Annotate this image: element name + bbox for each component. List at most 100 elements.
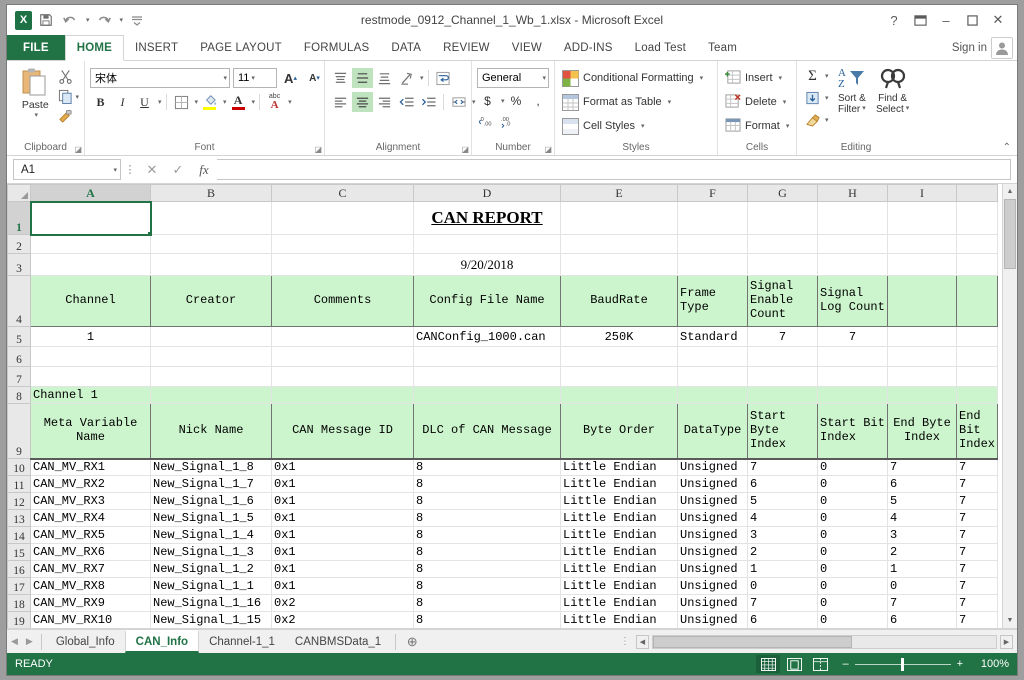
phonetic-dropdown-icon[interactable]: ▾ xyxy=(286,98,292,106)
cell-C8[interactable] xyxy=(271,386,414,404)
cell-G6[interactable] xyxy=(747,346,818,367)
cell-B20[interactable]: New_Signal_1_14 xyxy=(151,629,272,630)
cell-E2[interactable] xyxy=(560,234,678,254)
row-header-16[interactable]: 16 xyxy=(7,560,31,578)
cell-F15[interactable]: Unsigned xyxy=(677,543,748,561)
increase-font-size-icon[interactable]: A ▴ xyxy=(280,68,301,88)
add-sheet-button[interactable]: ⊕ xyxy=(400,634,424,650)
cell-I5[interactable] xyxy=(887,326,957,347)
number-format-dropdown-icon[interactable]: ▾ xyxy=(540,74,546,82)
row-header-10[interactable]: 10 xyxy=(7,458,31,476)
cell-A20[interactable]: CAN_MV_RX11 xyxy=(31,629,151,630)
cell-F9[interactable]: DataType xyxy=(677,403,748,459)
cell-D9[interactable]: DLC of CAN Message xyxy=(413,403,561,459)
cell-E12[interactable]: Little Endian xyxy=(560,492,678,510)
row-header-15[interactable]: 15 xyxy=(7,543,31,561)
fill-color-icon[interactable] xyxy=(199,92,220,112)
cell-A1[interactable] xyxy=(29,200,152,236)
cell-G13[interactable]: 4 xyxy=(747,509,818,527)
tab-data[interactable]: DATA xyxy=(380,35,432,60)
cell-A17[interactable]: CAN_MV_RX8 xyxy=(30,577,151,595)
cell-C10[interactable]: 0x1 xyxy=(271,457,414,476)
cell-B6[interactable] xyxy=(150,346,272,367)
cell-F20[interactable]: Unsigned xyxy=(678,629,748,630)
decrease-indent-icon[interactable] xyxy=(396,92,417,112)
cell-C19[interactable]: 0x2 xyxy=(271,611,414,628)
cell-E4[interactable]: BaudRate xyxy=(560,275,678,327)
align-top-icon[interactable] xyxy=(330,68,351,88)
clear-icon[interactable] xyxy=(802,110,823,130)
minimize-button[interactable]: – xyxy=(933,8,959,32)
fill-dropdown-icon[interactable]: ▾ xyxy=(823,94,829,102)
cell-G5[interactable]: 7 xyxy=(747,326,818,347)
clipboard-dialog-launcher-icon[interactable]: ◪ xyxy=(74,145,82,154)
format-as-table-button[interactable]: Format as Table ▾ xyxy=(560,90,673,114)
align-bottom-icon[interactable] xyxy=(374,68,395,88)
row-header-20[interactable]: 20 xyxy=(8,629,31,630)
cell-H2[interactable] xyxy=(817,234,888,254)
zoom-in-button[interactable]: + xyxy=(957,658,963,670)
cell-I8[interactable] xyxy=(887,386,957,404)
cell-F2[interactable] xyxy=(677,234,748,254)
row-header-8[interactable]: 8 xyxy=(7,386,31,404)
delete-cells-button[interactable]: Delete ▾ xyxy=(723,90,788,114)
cell-C15[interactable]: 0x1 xyxy=(271,543,414,561)
cell-E1[interactable] xyxy=(560,201,678,235)
cell-B7[interactable] xyxy=(150,366,272,387)
tab-team[interactable]: Team xyxy=(697,35,748,60)
cell-H10[interactable]: 0 xyxy=(817,457,888,476)
cell-J2[interactable] xyxy=(956,234,999,254)
column-header-B[interactable]: B xyxy=(150,184,272,202)
cell-A4[interactable]: Channel xyxy=(30,275,151,327)
cell-A11[interactable]: CAN_MV_RX2 xyxy=(30,475,151,493)
cell-J13[interactable]: 7 xyxy=(956,509,999,527)
format-dropdown-icon[interactable]: ▾ xyxy=(784,122,790,130)
cell-H3[interactable] xyxy=(817,253,888,276)
cell-G14[interactable]: 3 xyxy=(747,526,818,544)
cell-H1[interactable] xyxy=(817,201,888,235)
cell-C17[interactable]: 0x1 xyxy=(271,577,414,595)
cell-A19[interactable]: CAN_MV_RX10 xyxy=(30,611,151,628)
ribbon-display-options-icon[interactable] xyxy=(907,8,933,32)
row-header-5[interactable]: 5 xyxy=(7,326,31,347)
column-header-F[interactable]: F xyxy=(677,184,748,202)
comma-style-icon[interactable]: , xyxy=(528,91,549,111)
cell-J1[interactable] xyxy=(956,201,999,235)
cell-C18[interactable]: 0x2 xyxy=(271,594,414,612)
cell-A8[interactable]: Channel 1 xyxy=(30,386,151,404)
cell-I11[interactable]: 6 xyxy=(887,475,957,493)
cell-D13[interactable]: 8 xyxy=(413,509,561,527)
cell-G16[interactable]: 1 xyxy=(747,560,818,578)
cell-I16[interactable]: 1 xyxy=(887,560,957,578)
cell-G2[interactable] xyxy=(747,234,818,254)
sort-filter-dropdown-icon[interactable]: ▾ xyxy=(860,104,866,115)
underline-button[interactable]: U xyxy=(134,92,155,112)
conditional-formatting-dropdown-icon[interactable]: ▾ xyxy=(698,74,704,82)
decrease-font-size-icon[interactable]: A ▾ xyxy=(304,68,325,88)
scroll-up-button[interactable]: ▲ xyxy=(1003,184,1017,199)
customize-quick-access-icon[interactable] xyxy=(127,10,147,30)
cell-C3[interactable] xyxy=(271,253,414,276)
page-layout-view-icon[interactable] xyxy=(782,655,806,673)
row-header-3[interactable]: 3 xyxy=(7,253,31,276)
cell-I4[interactable] xyxy=(887,275,957,327)
cell-J18[interactable]: 7 xyxy=(956,594,999,612)
cell-A9[interactable]: Meta Variable Name xyxy=(30,403,151,459)
cell-G20[interactable]: 5 xyxy=(748,629,818,630)
column-header-D[interactable]: D xyxy=(413,184,561,202)
cell-C20[interactable]: 0x2 xyxy=(272,629,414,630)
normal-view-icon[interactable] xyxy=(756,655,781,673)
merge-center-icon[interactable] xyxy=(448,92,469,112)
cell-I17[interactable]: 0 xyxy=(887,577,957,595)
cell-H17[interactable]: 0 xyxy=(817,577,888,595)
cell-D8[interactable] xyxy=(413,386,561,404)
cell-C4[interactable]: Comments xyxy=(271,275,414,327)
cell-A12[interactable]: CAN_MV_RX3 xyxy=(30,492,151,510)
cell-H20[interactable]: 0 xyxy=(818,629,888,630)
cell-F3[interactable] xyxy=(677,253,748,276)
row-header-7[interactable]: 7 xyxy=(7,366,31,387)
cell-D7[interactable] xyxy=(413,366,561,387)
cell-G10[interactable]: 7 xyxy=(747,457,818,476)
row-header-13[interactable]: 13 xyxy=(7,509,31,527)
page-break-view-icon[interactable] xyxy=(808,655,832,673)
